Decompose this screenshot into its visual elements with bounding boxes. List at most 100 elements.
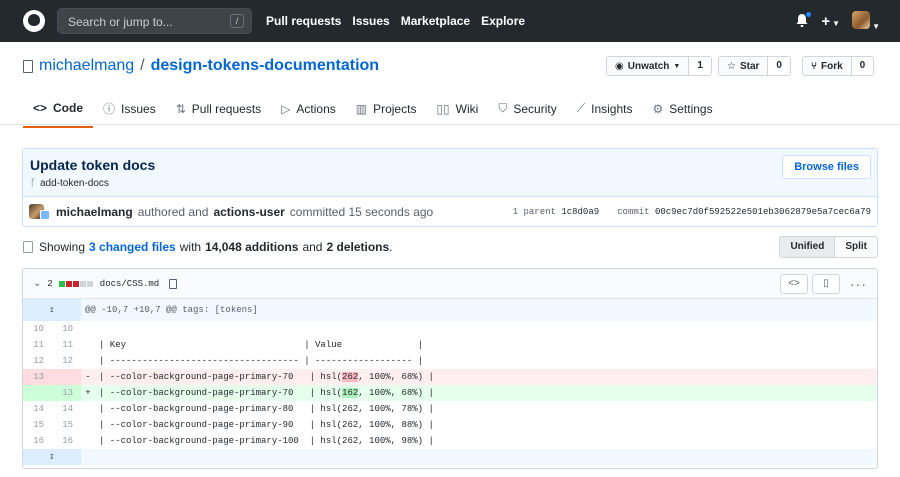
tab-label: Insights [591, 101, 633, 116]
diff-line: 14 14 | --color-background-page-primary-… [23, 401, 877, 417]
unified-button[interactable]: Unified [779, 236, 836, 258]
commit-title: Update token docs [30, 157, 156, 173]
code-pre: | --color-background-page-primary-70 | h… [99, 388, 343, 398]
bell-icon[interactable] [795, 10, 813, 31]
new-line-number[interactable] [52, 369, 81, 385]
global-nav: Pull requests Issues Marketplace Explore [266, 14, 525, 28]
author-avatars[interactable] [29, 204, 51, 220]
diff-line: 10 10 [23, 321, 877, 337]
repo-name-link[interactable]: design-tokens-documentation [151, 57, 379, 75]
nav-issues[interactable]: Issues [352, 14, 389, 28]
committer-link[interactable]: actions-user [213, 205, 284, 219]
nav-explore[interactable]: Explore [481, 14, 525, 28]
file-path[interactable]: docs/CSS.md [100, 279, 159, 289]
fork-label: Fork [821, 60, 843, 72]
changed-files-link[interactable]: 3 changed files [89, 240, 176, 254]
old-line-number[interactable]: 14 [23, 401, 52, 417]
diff-table: ↥ @@ -10,7 +10,7 @@ tags: [tokens] 10 10… [23, 299, 877, 465]
watch-button[interactable]: ◉ Unwatch ▼ [606, 56, 690, 76]
commit-shas: 1 parent 1c8d0a9 commit 00c9ec7d0f592522… [513, 207, 871, 217]
star-button[interactable]: ☆ Star [718, 56, 769, 76]
repo-owner-link[interactable]: michaelmang [39, 57, 134, 75]
chevron-down-icon: ▼ [673, 62, 681, 70]
code-post: , 100%, 68%) | [358, 388, 434, 398]
expand-up-icon[interactable]: ↥ [23, 299, 81, 321]
fork-icon: ⑂ [811, 60, 817, 72]
diff-line: 16 16 | --color-background-page-primary-… [23, 433, 877, 449]
old-line-number[interactable] [23, 385, 52, 401]
plus-icon: + [821, 13, 831, 30]
gear-icon: ⚙ [652, 101, 664, 116]
new-line-number[interactable]: 12 [52, 353, 81, 369]
new-line-number[interactable]: 16 [52, 433, 81, 449]
diff-line: 11 11 | Key | Value | [23, 337, 877, 353]
old-line-number[interactable]: 13 [23, 369, 52, 385]
additions-count: 14,048 additions [205, 240, 299, 254]
deletions-count: 2 deletions [326, 240, 390, 254]
branch-info: ᚴ add-token-docs [30, 178, 109, 189]
diff-line: 12 12 | --------------------------------… [23, 353, 877, 369]
old-line-number[interactable]: 10 [23, 321, 52, 337]
browse-files-button[interactable]: Browse files [782, 155, 871, 179]
repo-icon [23, 59, 33, 73]
old-line-number[interactable]: 11 [23, 337, 52, 353]
hunk-header: @@ -10,7 +10,7 @@ tags: [tokens] [81, 299, 877, 321]
diff-view-toggle: Unified Split [779, 236, 878, 258]
chevron-down-icon: ▼ [872, 22, 880, 31]
parent-sha-link[interactable]: 1c8d0a9 [561, 207, 599, 217]
diff-code: | --color-background-page-primary-100 | … [99, 436, 434, 446]
watch-count[interactable]: 1 [689, 56, 712, 76]
collapse-chevron-icon[interactable]: ⌄ [33, 278, 41, 289]
notification-dot [805, 10, 813, 18]
tab-label: Pull requests [191, 101, 262, 116]
code-view-icon[interactable]: <> [780, 274, 808, 294]
star-group: ☆ Star 0 [718, 56, 791, 76]
user-menu[interactable]: ▼ [852, 11, 880, 32]
author-link[interactable]: michaelmang [56, 205, 133, 219]
diff-sign [81, 337, 95, 353]
new-line-number[interactable]: 11 [52, 337, 81, 353]
commit-meta: michaelmang authored and actions-user co… [29, 204, 433, 220]
stats-and: and [302, 240, 323, 254]
file-view-icon[interactable]: ▯ [812, 274, 840, 294]
clipboard-icon[interactable] [169, 278, 178, 289]
diff-sign: + [81, 385, 95, 401]
commit-info: commit 00c9ec7d0f592522e501eb3062879e5a7… [617, 207, 871, 217]
old-line-number[interactable]: 15 [23, 417, 52, 433]
expand-down-icon[interactable]: ↧ [23, 449, 81, 465]
new-line-number[interactable]: 15 [52, 417, 81, 433]
stats-showing: Showing [39, 240, 86, 254]
added-token: 162 [342, 388, 359, 398]
avatar [852, 11, 871, 29]
diff-line-deleted: 13 - | --color-background-page-primary-7… [23, 369, 877, 385]
nav-marketplace[interactable]: Marketplace [401, 14, 470, 28]
fork-button[interactable]: ⑂ Fork [802, 56, 852, 76]
diff-sign: - [81, 369, 95, 385]
diff-code [95, 321, 877, 337]
new-line-number[interactable]: 10 [52, 321, 81, 337]
nav-pull-requests[interactable]: Pull requests [266, 14, 341, 28]
commit-sha: 00c9ec7d0f592522e501eb3062879e5a7cec6a79 [654, 207, 871, 217]
graph-icon: ⟋ [576, 101, 586, 115]
shield-icon: ⛉ [498, 101, 508, 115]
diff-line: 15 15 | --color-background-page-primary-… [23, 417, 877, 433]
chevron-down-icon: ▼ [832, 19, 841, 28]
repo-separator: / [140, 57, 145, 74]
stats-period: . [389, 240, 393, 254]
diff-code: | --color-background-page-primary-80 | h… [99, 404, 434, 414]
github-logo-icon[interactable] [23, 10, 45, 32]
split-button[interactable]: Split [835, 236, 878, 258]
search-input[interactable]: Search or jump to... / [57, 8, 252, 34]
diff-code: | --color-background-page-primary-70 | h… [95, 385, 877, 401]
new-line-number[interactable]: 14 [52, 401, 81, 417]
plus-dropdown[interactable]: + ▼ [821, 13, 840, 30]
old-line-number[interactable]: 16 [23, 433, 52, 449]
stats-with: with [179, 240, 202, 254]
old-line-number[interactable]: 12 [23, 353, 52, 369]
more-options-icon[interactable]: ··· [850, 276, 867, 292]
branch-name[interactable]: add-token-docs [40, 178, 109, 189]
star-count[interactable]: 0 [768, 56, 791, 76]
new-line-number[interactable]: 13 [52, 385, 81, 401]
parent-label: 1 parent [512, 207, 556, 217]
fork-count[interactable]: 0 [851, 56, 875, 76]
